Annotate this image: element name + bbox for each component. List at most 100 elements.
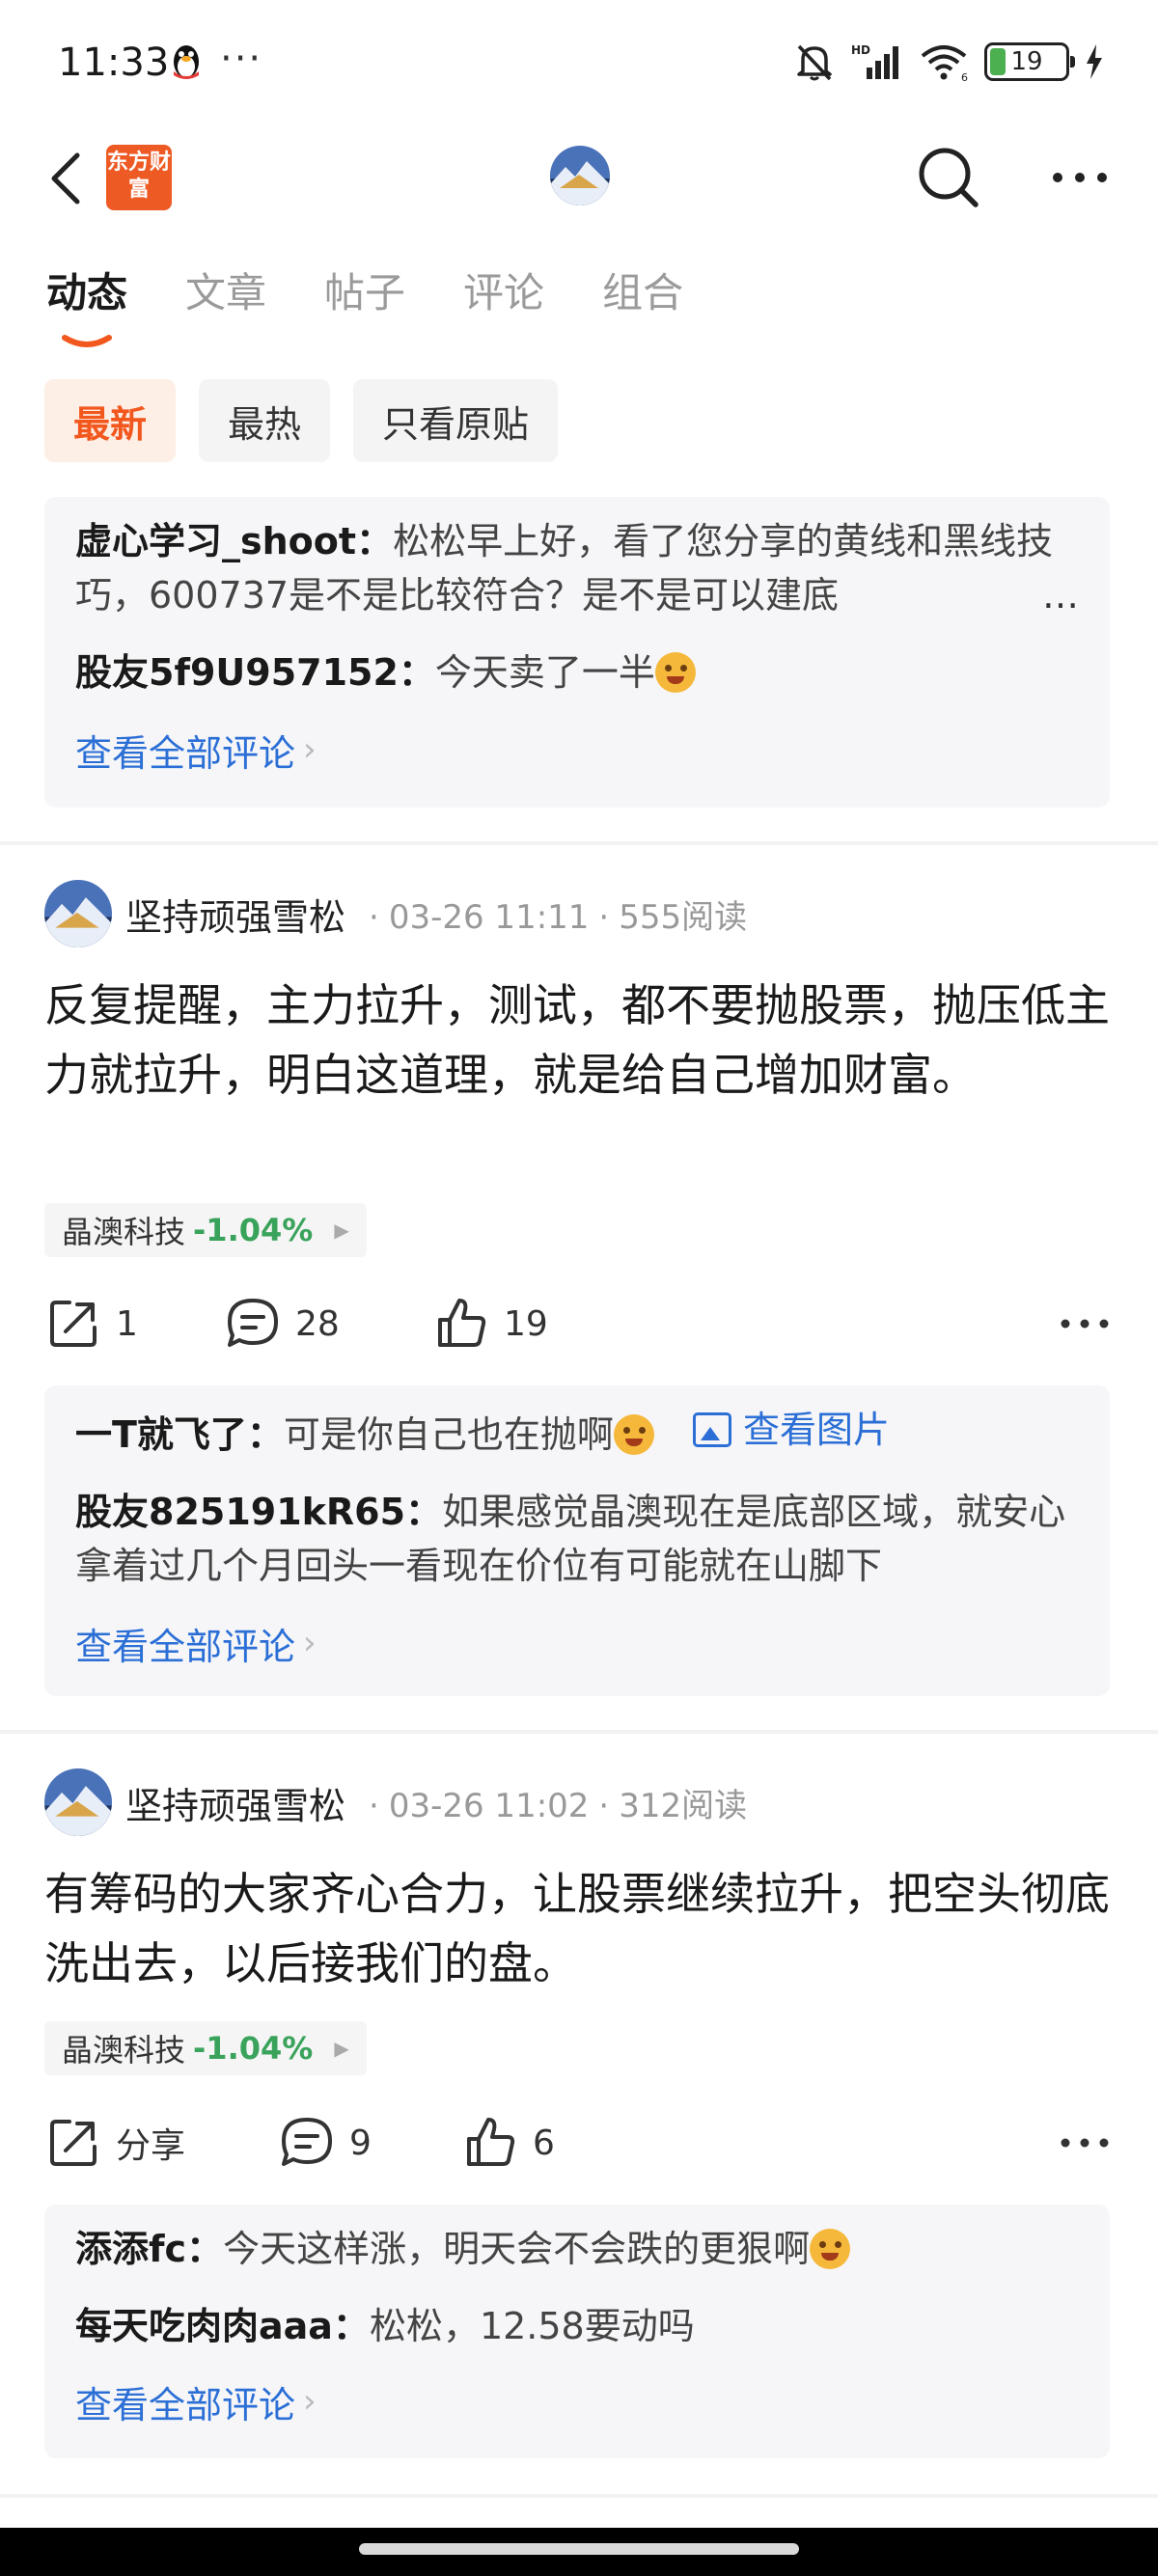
section-divider bbox=[0, 1730, 1158, 1734]
battery-level: 19 bbox=[1010, 47, 1043, 76]
svg-text:HD: HD bbox=[851, 43, 870, 57]
like-count: 6 bbox=[533, 2123, 555, 2163]
comment-button[interactable]: 9 bbox=[278, 2109, 372, 2177]
filter-latest[interactable]: 最新 bbox=[44, 379, 177, 462]
wifi-icon: 6 bbox=[921, 45, 968, 81]
author-avatar[interactable] bbox=[44, 880, 112, 947]
comment-bubble-icon bbox=[282, 2118, 332, 2166]
post-header: 坚持顽强雪松 · 03-26 11:02 · 312阅读 bbox=[44, 1768, 747, 1837]
post-meta: · 03-26 11:02 · 312阅读 bbox=[369, 1786, 748, 1825]
tab-posts[interactable]: 帖子 bbox=[324, 260, 405, 328]
post-reads: 312阅读 bbox=[619, 1786, 748, 1825]
post-author[interactable]: 坚持顽强雪松 bbox=[125, 1776, 345, 1829]
mountain-avatar-icon bbox=[44, 1768, 112, 1836]
stock-tag[interactable]: 晶澳科技 -1.04% ▶ bbox=[44, 2021, 367, 2075]
comment-text: 可是你自己也在抛啊 bbox=[283, 1413, 614, 1456]
share-count: 1 bbox=[116, 1303, 138, 1344]
cellular-signal-icon: HD bbox=[851, 43, 898, 79]
comment-author[interactable]: 虚心学习_shoot： bbox=[75, 520, 393, 562]
eastmoney-logo[interactable]: 东方财富 bbox=[106, 145, 172, 210]
post-date: 03-26 11:02 bbox=[388, 1786, 590, 1825]
comment-author[interactable]: 股友5f9U957152： bbox=[75, 651, 435, 694]
chevron-right-icon: › bbox=[303, 2382, 317, 2421]
filter-hottest[interactable]: 最热 bbox=[199, 379, 331, 462]
tab-dynamic[interactable]: 动态 bbox=[46, 260, 127, 347]
comment-text: 今天这样涨，明天会不会跌的更狠啊 bbox=[223, 2228, 811, 2270]
tab-portfolio[interactable]: 组合 bbox=[602, 260, 683, 328]
share-icon bbox=[50, 1301, 96, 1347]
comment-author[interactable]: 一T就飞了： bbox=[75, 1413, 284, 1456]
comment-button[interactable]: 28 bbox=[224, 1290, 340, 1357]
stock-change: -1.04% bbox=[193, 2030, 314, 2067]
post-meta: · 03-26 11:11 · 555阅读 bbox=[369, 897, 748, 937]
comment-item[interactable]: 一T就飞了：可是你自己也在抛啊 查看图片 bbox=[75, 1403, 1079, 1462]
thumbs-up-icon bbox=[438, 1299, 486, 1347]
comment-text: 今天卖了一半 bbox=[434, 651, 655, 694]
section-divider bbox=[0, 841, 1158, 845]
comment-item[interactable]: 虚心学习_shoot：松松早上好，看了您分享的黄线和黑线技巧，600737是不是… bbox=[75, 514, 1079, 622]
post-actions: 分享 9 6 bbox=[44, 2109, 1114, 2177]
filter-original-only[interactable]: 只看原贴 bbox=[353, 379, 559, 462]
share-button[interactable]: 分享 bbox=[44, 2109, 185, 2177]
view-all-comments-link[interactable]: 查看全部评论 › bbox=[75, 1616, 1079, 1670]
tab-label: 帖子 bbox=[324, 269, 406, 316]
tab-label: 组合 bbox=[602, 269, 684, 316]
eye-roll-emoji-icon bbox=[810, 2229, 851, 2269]
status-more-dots: ··· bbox=[220, 37, 263, 81]
tab-label: 文章 bbox=[185, 269, 267, 316]
post-body[interactable]: 反复提醒，主力拉升，测试，都不要抛股票，抛压低主力就拉升，明白这道理，就是给自己… bbox=[44, 971, 1116, 1110]
comment-text: 松松，12.58要动吗 bbox=[369, 2305, 695, 2347]
stock-name: 晶澳科技 bbox=[62, 2032, 186, 2069]
user-avatar[interactable] bbox=[550, 146, 610, 206]
tab-comments[interactable]: 评论 bbox=[463, 260, 544, 328]
mountain-avatar-icon bbox=[44, 880, 112, 947]
comment-author[interactable]: 每天吃肉肉aaa： bbox=[75, 2305, 370, 2347]
section-divider bbox=[0, 2494, 1158, 2498]
view-all-comments-link[interactable]: 查看全部评论 › bbox=[75, 723, 1079, 777]
mute-bell-icon bbox=[797, 44, 832, 81]
like-button[interactable]: 19 bbox=[432, 1290, 548, 1357]
status-bar: 11:33 ··· HD 6 19 bbox=[0, 0, 1158, 130]
tab-articles[interactable]: 文章 bbox=[185, 260, 266, 328]
more-options-icon[interactable] bbox=[1056, 2119, 1114, 2167]
author-avatar[interactable] bbox=[44, 1768, 112, 1836]
view-image-label: 查看图片 bbox=[742, 1409, 890, 1451]
battery-indicator: 19 bbox=[984, 42, 1075, 81]
search-icon[interactable] bbox=[915, 144, 982, 211]
view-image-link[interactable]: 查看图片 bbox=[692, 1403, 890, 1457]
share-button[interactable]: 1 bbox=[44, 1290, 138, 1357]
more-options-icon[interactable] bbox=[1056, 1300, 1114, 1348]
post-actions: 1 28 19 bbox=[44, 1290, 1114, 1357]
truncation-ellipsis: … bbox=[1013, 568, 1079, 622]
comment-bubble-icon bbox=[228, 1299, 278, 1347]
comment-item[interactable]: 股友5f9U957152：今天卖了一半 bbox=[75, 645, 1079, 699]
laughing-emoji-icon bbox=[613, 1414, 654, 1455]
charging-bolt-icon bbox=[1087, 44, 1102, 79]
stock-tag[interactable]: 晶澳科技 -1.04% ▶ bbox=[44, 1203, 367, 1257]
post-date: 03-26 11:11 bbox=[388, 897, 590, 937]
post-author[interactable]: 坚持顽强雪松 bbox=[125, 888, 345, 941]
comment-item[interactable]: 添添fc：今天这样涨，明天会不会跌的更狠啊 bbox=[75, 2222, 1079, 2276]
view-all-label: 查看全部评论 bbox=[75, 1625, 296, 1668]
comment-item[interactable]: 每天吃肉肉aaa：松松，12.58要动吗 bbox=[75, 2299, 1079, 2353]
like-button[interactable]: 6 bbox=[461, 2109, 555, 2177]
home-indicator[interactable] bbox=[359, 2543, 799, 2555]
profile-tabs: 动态 文章 帖子 评论 组合 bbox=[46, 260, 683, 347]
post-body[interactable]: 有筹码的大家齐心合力，让股票继续拉升，把空头彻底洗出去，以后接我们的盘。 bbox=[44, 1859, 1116, 1998]
more-options-icon[interactable] bbox=[1046, 144, 1114, 211]
sort-filters: 最新 最热 只看原贴 bbox=[44, 379, 559, 462]
post-reads: 555阅读 bbox=[619, 897, 748, 937]
status-time: 11:33 bbox=[58, 41, 170, 85]
view-all-label: 查看全部评论 bbox=[75, 731, 296, 775]
post-header: 坚持顽强雪松 · 03-26 11:11 · 555阅读 bbox=[44, 879, 747, 948]
view-all-label: 查看全部评论 bbox=[75, 2383, 296, 2426]
comment-item[interactable]: 股友825191kR65：如果感觉晶澳现在是底部区域，就安心拿着过几个月回头一看… bbox=[75, 1485, 1079, 1593]
nav-bar: 东方财富 bbox=[0, 130, 1158, 227]
comment-author[interactable]: 添添fc： bbox=[75, 2228, 223, 2270]
comment-author[interactable]: 股友825191kR65： bbox=[75, 1491, 442, 1533]
view-all-comments-link[interactable]: 查看全部评论 › bbox=[75, 2374, 1079, 2428]
comment-count: 28 bbox=[295, 1303, 340, 1344]
comment-preview-box: 虚心学习_shoot：松松早上好，看了您分享的黄线和黑线技巧，600737是不是… bbox=[44, 497, 1110, 808]
share-label: 分享 bbox=[116, 2126, 186, 2166]
back-arrow-icon[interactable] bbox=[44, 148, 93, 209]
